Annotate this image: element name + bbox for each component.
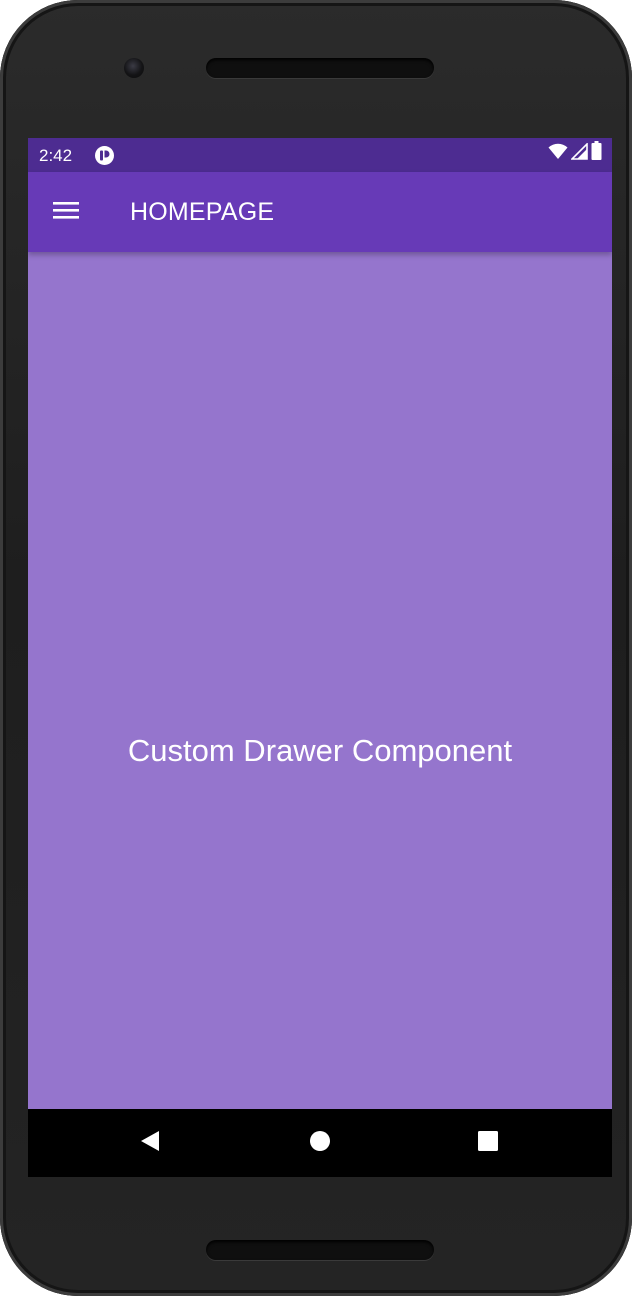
battery-icon bbox=[591, 141, 602, 165]
recents-icon bbox=[477, 1130, 499, 1157]
cell-signal-icon bbox=[570, 142, 588, 165]
wifi-icon bbox=[548, 143, 568, 165]
phone-frame: 2:42 HOMEPAGE Custom Drawer Component bbox=[0, 0, 632, 1296]
app-notification-icon bbox=[95, 146, 114, 165]
front-camera bbox=[124, 58, 144, 78]
recents-button[interactable] bbox=[476, 1130, 500, 1157]
bottom-speaker bbox=[206, 1240, 434, 1260]
hamburger-menu-icon bbox=[53, 200, 79, 225]
back-icon bbox=[139, 1129, 161, 1158]
back-button[interactable] bbox=[138, 1129, 162, 1158]
status-time: 2:42 bbox=[39, 146, 73, 165]
screen: 2:42 HOMEPAGE Custom Drawer Component bbox=[28, 138, 612, 1177]
content-text: Custom Drawer Component bbox=[127, 732, 513, 768]
app-bar: HOMEPAGE bbox=[28, 172, 612, 252]
home-icon bbox=[309, 1130, 331, 1157]
status-icons bbox=[548, 141, 602, 165]
status-bar: 2:42 bbox=[28, 138, 612, 172]
menu-button[interactable] bbox=[42, 188, 90, 236]
content-area: Custom Drawer Component bbox=[28, 252, 612, 1109]
app-title: HOMEPAGE bbox=[130, 198, 275, 226]
system-nav-bar bbox=[28, 1109, 612, 1177]
home-button[interactable] bbox=[308, 1130, 332, 1157]
earpiece-speaker bbox=[206, 58, 434, 78]
